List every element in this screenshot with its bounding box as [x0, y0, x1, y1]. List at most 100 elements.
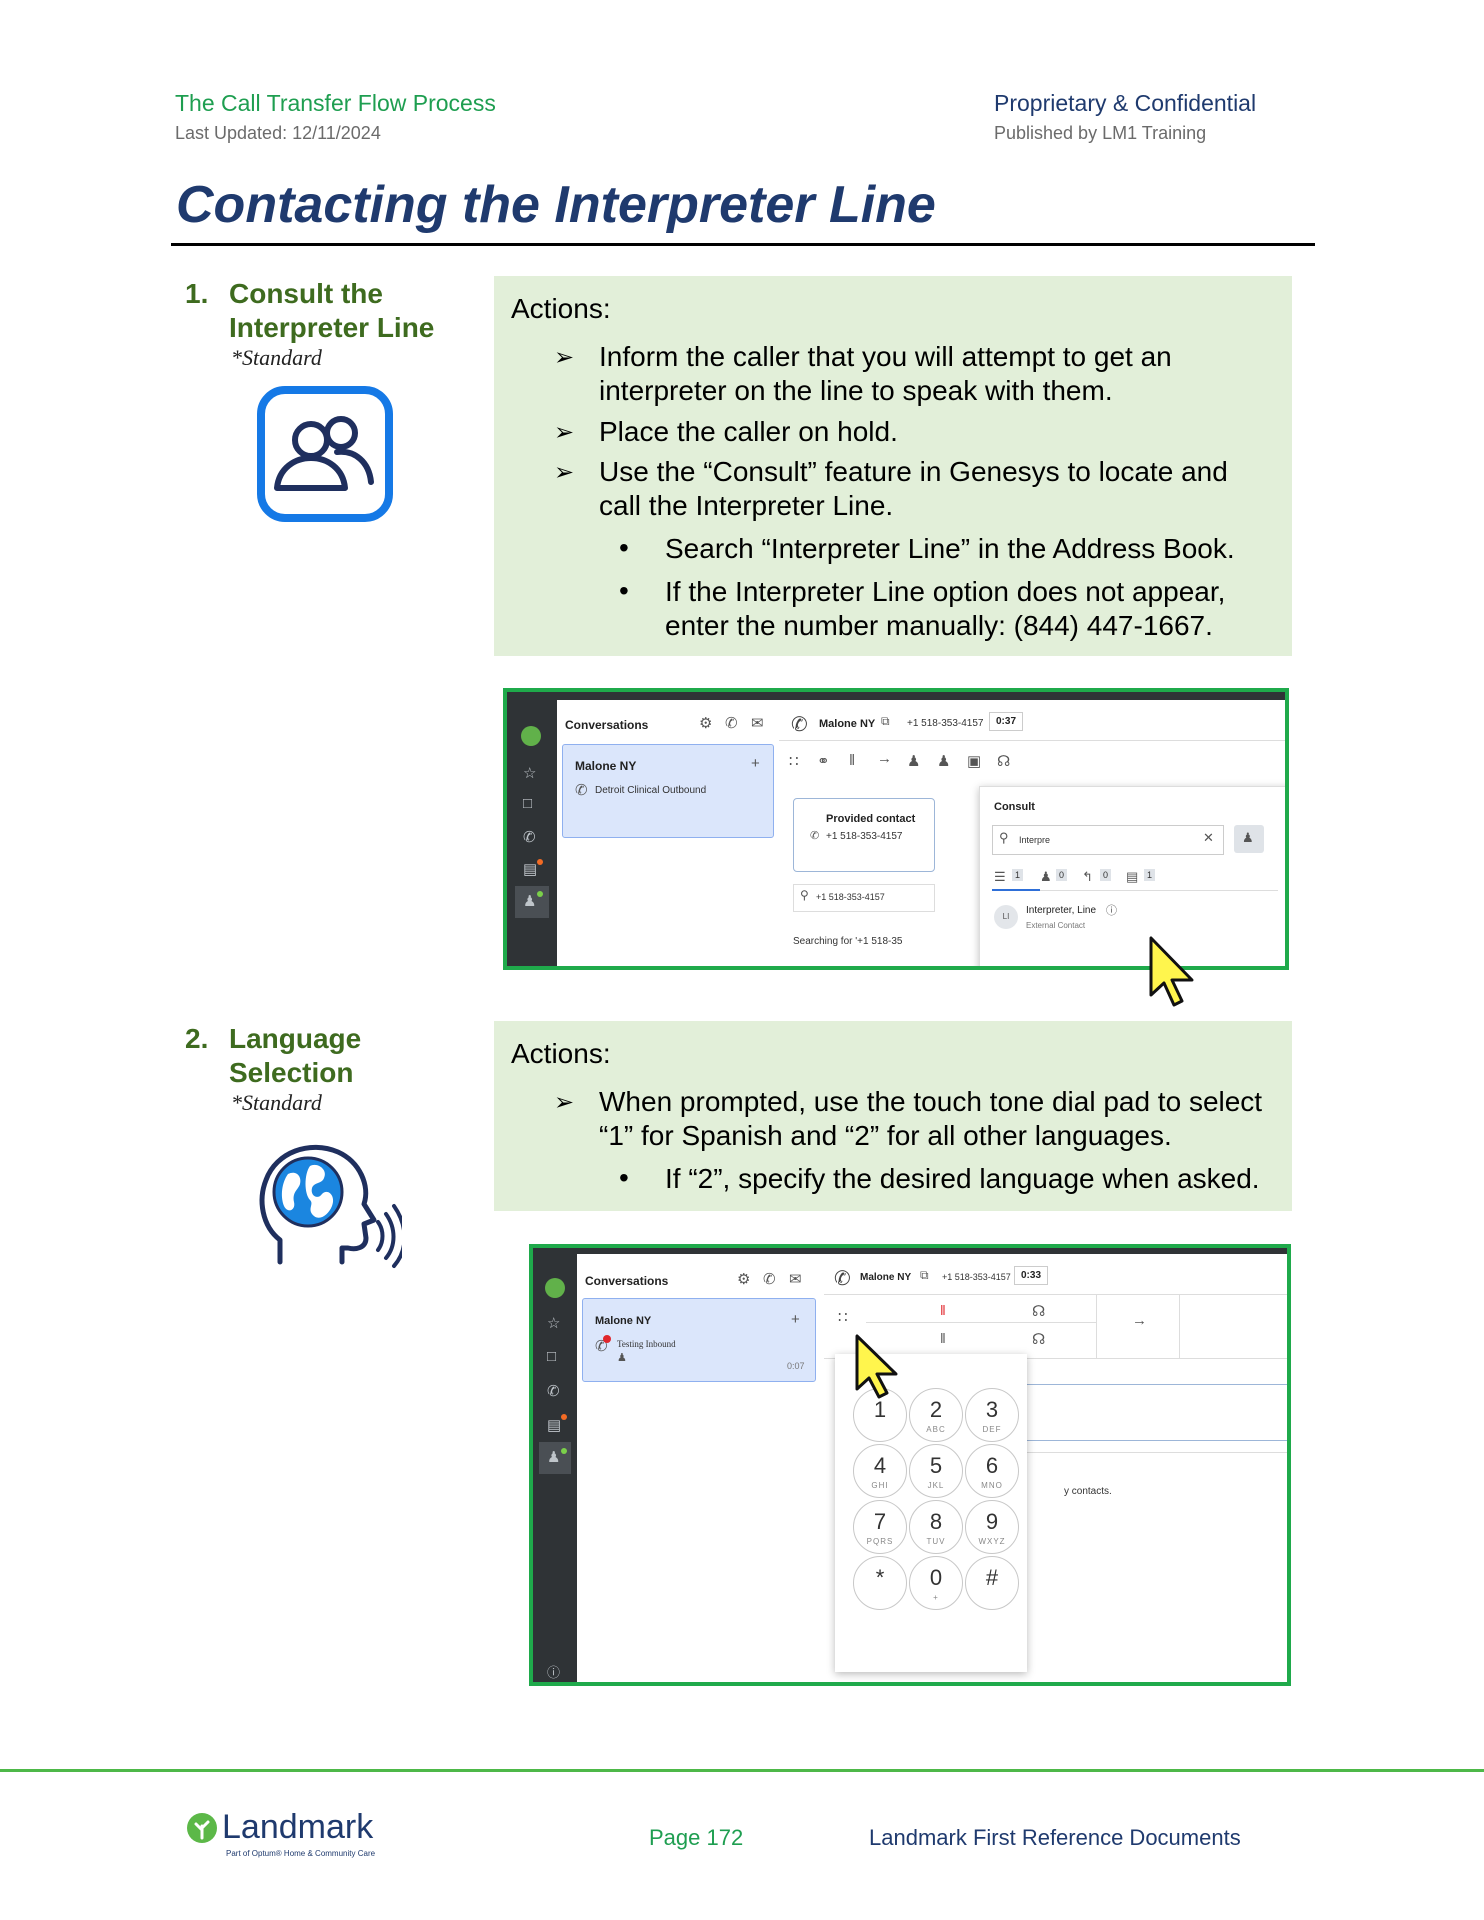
video-icon[interactable]: □	[523, 795, 532, 812]
landmark-logo-text: Landmark	[222, 1808, 374, 1846]
video-icon[interactable]: □	[547, 1348, 556, 1365]
arrow-bullet-icon: ➢	[554, 344, 575, 371]
person-icon[interactable]: ♟	[1040, 869, 1052, 885]
pause-icon[interactable]: ‖	[849, 752, 855, 769]
phone-icon: ✆	[834, 1268, 851, 1290]
dialpad-key-6[interactable]: 6 MNO	[965, 1444, 1019, 1498]
dialpad-key-4[interactable]: 4 GHI	[853, 1444, 907, 1498]
step-2-title-line2: Selection	[229, 1057, 354, 1088]
dialpad-key-letters: TUV	[926, 1537, 946, 1546]
contact-card-icon[interactable]: ▤	[1126, 869, 1138, 885]
pause-icon[interactable]: ‖	[940, 1330, 946, 1346]
copy-icon[interactable]: ⧉	[920, 1268, 929, 1283]
dialpad-key-letters: MNO	[981, 1481, 1003, 1490]
conference-icon[interactable]: ♟	[937, 752, 950, 770]
help-icon[interactable]: ⓘ	[547, 1662, 560, 1681]
transfer-arrow-icon[interactable]: →	[1132, 1312, 1147, 1329]
dialpad-key-5[interactable]: 5 JKL	[909, 1444, 963, 1498]
searching-text: Searching for '+1 518-35	[793, 936, 903, 947]
list-icon[interactable]: ☰	[994, 869, 1006, 885]
dot-bullet-icon: •	[619, 575, 629, 606]
copy-icon[interactable]: ⧉	[881, 714, 890, 729]
star-icon[interactable]: ☆	[523, 764, 536, 782]
gear-icon[interactable]: ⚙	[737, 1270, 750, 1288]
gear-icon[interactable]: ⚙	[699, 714, 712, 732]
step-2-sub-1: If “2”, specify the desired language whe…	[665, 1163, 1260, 1194]
number-search-input[interactable]: ⚲ +1 518-353-4157	[793, 884, 935, 912]
people-icon: ♟	[1242, 830, 1254, 845]
phone-icon[interactable]: ✆	[523, 828, 536, 846]
disconnect-icon[interactable]: ☊	[997, 752, 1010, 770]
dialpad-key-digit: 2	[929, 1397, 943, 1422]
people-icon[interactable]: ♟	[523, 892, 536, 910]
dialpad-key-*[interactable]: *	[853, 1556, 907, 1610]
disconnect-icon[interactable]: ☊	[1032, 1330, 1045, 1348]
provided-contact-number: +1 518-353-4157	[826, 831, 903, 842]
number-search-value: +1 518-353-4157	[816, 892, 885, 902]
dialpad-key-digit: 5	[929, 1453, 943, 1478]
conversation-card[interactable]: Malone NY + ✆ Testing Inbound ♟ 0:07	[582, 1298, 816, 1382]
step-1-action-3-line2: call the Interpreter Line.	[599, 490, 894, 521]
card-time: 0:07	[787, 1361, 805, 1371]
result-avatar: LI	[994, 905, 1018, 929]
dialpad-key-0[interactable]: 0 +	[909, 1556, 963, 1610]
dialpad-key-#[interactable]: #	[965, 1556, 1019, 1610]
call-number: +1 518-353-4157	[907, 718, 984, 729]
filter-count-all: 1	[1012, 869, 1024, 881]
phone-icon[interactable]: ✆	[763, 1270, 776, 1288]
header-doc-title: The Call Transfer Flow Process	[175, 90, 496, 116]
step-1-title-line2: Interpreter Line	[229, 312, 435, 343]
app-sidebar: ☆ □ ✆ ▤ ♟ ⓘ	[533, 1248, 577, 1682]
dialpad-key-9[interactable]: 9 WXYZ	[965, 1500, 1019, 1554]
inbox-icon[interactable]: ▤	[523, 860, 537, 878]
pause-icon[interactable]: ‖	[940, 1302, 946, 1318]
dialpad-key-8[interactable]: 8 TUV	[909, 1500, 963, 1554]
avatar[interactable]	[545, 1278, 565, 1298]
step-2-actions-box: Actions: ➢ When prompted, use the touch …	[494, 1021, 1292, 1211]
info-icon[interactable]: ⓘ	[1106, 902, 1117, 918]
consult-search-input[interactable]: ⚲ Interpre ✕	[992, 825, 1224, 855]
dialpad-key-digit: *	[875, 1565, 885, 1590]
disconnect-icon[interactable]: ☊	[1032, 1302, 1045, 1320]
call-timer: 0:37	[989, 712, 1024, 731]
landmark-logo-icon	[186, 1812, 218, 1844]
dialpad-key-3[interactable]: 3 DEF	[965, 1388, 1019, 1442]
title-divider	[171, 243, 1315, 246]
phone-icon[interactable]: ✆	[725, 714, 738, 732]
call-number: +1 518-353-4157	[942, 1272, 1011, 1282]
queue-icon[interactable]: ↰	[1082, 869, 1093, 885]
header-last-updated: Last Updated: 12/11/2024	[175, 123, 381, 143]
lock-icon[interactable]: ▣	[967, 752, 981, 770]
people-icon[interactable]: ♟	[547, 1448, 560, 1466]
envelope-icon[interactable]: ✉	[789, 1270, 802, 1288]
transfer-arrow-icon[interactable]: →	[877, 750, 892, 767]
dialpad-icon[interactable]: ∷	[838, 1308, 848, 1326]
clear-icon[interactable]: ✕	[1203, 830, 1214, 846]
microphone-icon[interactable]: ⚭	[817, 752, 830, 770]
inbox-icon[interactable]: ▤	[547, 1416, 561, 1434]
step-1-actions-box: Actions: ➢ Inform the caller that you wi…	[494, 276, 1292, 656]
dialpad-key-digit: 8	[929, 1509, 943, 1534]
call-timer: 0:33	[1014, 1266, 1049, 1285]
star-icon[interactable]: ☆	[547, 1314, 560, 1332]
consult-people-button[interactable]: ♟	[1234, 825, 1264, 853]
dialpad-key-letters: WXYZ	[978, 1537, 1006, 1546]
dialpad-key-2[interactable]: 2 ABC	[909, 1388, 963, 1442]
result-interpreter-line[interactable]: LI Interpreter, Line ⓘ External Contact	[992, 901, 1282, 937]
dialpad-key-digit: 0	[929, 1565, 943, 1590]
step-1-title-line1: Consult the	[229, 278, 383, 309]
conversation-card[interactable]: Malone NY + ✆ Detroit Clinical Outbound	[562, 744, 774, 838]
consult-icon[interactable]: ♟	[907, 752, 920, 770]
phone-icon[interactable]: ✆	[547, 1382, 560, 1400]
pointer-cursor-icon	[1148, 935, 1200, 1013]
envelope-icon[interactable]: ✉	[751, 714, 764, 732]
dialpad-icon[interactable]: ∷	[789, 752, 799, 770]
plus-icon[interactable]: +	[751, 755, 760, 772]
conversations-panel: Conversations ⚙ ✆ ✉ Malone NY + ✆ Detroi…	[557, 700, 780, 966]
plus-icon[interactable]: +	[791, 1311, 800, 1328]
page-title: Contacting the Interpreter Line	[176, 176, 936, 234]
avatar[interactable]	[521, 726, 541, 746]
step-1-action-1-line2: interpreter on the line to speak with th…	[599, 375, 1113, 406]
search-icon: ⚲	[800, 888, 809, 902]
dialpad-key-7[interactable]: 7 PQRS	[853, 1500, 907, 1554]
